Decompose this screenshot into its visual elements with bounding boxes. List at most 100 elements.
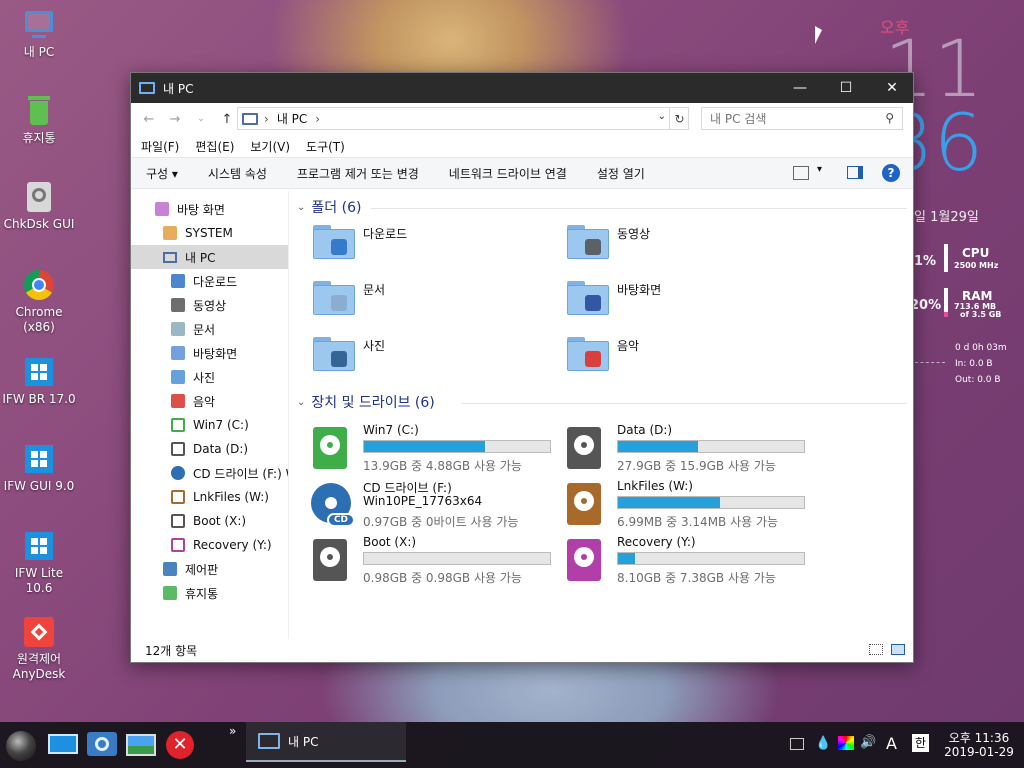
desktop-icon-ifw-br[interactable]: IFW BR 17.0 bbox=[0, 355, 78, 407]
nav-item-label: 바탕화면 bbox=[193, 346, 238, 361]
windows-logo-icon bbox=[22, 529, 56, 563]
nav-item[interactable]: Data (D:) bbox=[131, 437, 288, 461]
tiles-view-icon[interactable] bbox=[891, 644, 905, 655]
view-dropdown-icon[interactable]: ▾ bbox=[817, 164, 822, 175]
breadcrumb-my-pc[interactable]: 내 PC bbox=[277, 110, 307, 127]
explorer-window[interactable]: 내 PC — ☐ ✕ ← → ⌄ ↑ › 내 PC › ⌄ ↻ ⚲ 파일(F) … bbox=[130, 72, 914, 663]
folder-label: 다운로드 bbox=[363, 227, 408, 241]
start-orb-icon[interactable] bbox=[6, 731, 38, 761]
menu-file[interactable]: 파일(F) bbox=[141, 138, 179, 155]
color-icon[interactable] bbox=[838, 736, 854, 750]
desktop-icon-anydesk[interactable]: 원격제어 AnyDesk bbox=[0, 615, 78, 682]
shutdown-icon[interactable]: ✕ bbox=[166, 730, 198, 760]
folder-tile[interactable]: 문서 bbox=[311, 277, 561, 327]
folders-group-header[interactable]: ⌄ 폴더 (6) bbox=[297, 197, 361, 217]
nav-item[interactable]: LnkFiles (W:) bbox=[131, 485, 288, 509]
view-options-icon[interactable] bbox=[793, 166, 809, 180]
folder-tile[interactable]: 사진 bbox=[311, 333, 561, 383]
nav-item[interactable]: Win7 (C:) bbox=[131, 413, 288, 437]
drive-usage-fill bbox=[364, 441, 485, 452]
nav-item[interactable]: 다운로드 bbox=[131, 269, 288, 293]
network-icon[interactable] bbox=[790, 738, 804, 750]
nav-item[interactable]: CD 드라이브 (F:) W bbox=[131, 461, 288, 485]
drive-tile[interactable]: Boot (X:) 0.98GB 중 0.98GB 사용 가능 bbox=[311, 535, 561, 587]
documents-folder-icon bbox=[311, 277, 357, 321]
nav-item[interactable]: 음악 bbox=[131, 389, 288, 413]
refresh-icon[interactable]: ↻ bbox=[669, 107, 689, 130]
maximize-button[interactable]: ☐ bbox=[823, 73, 869, 103]
folder-tile[interactable]: 음악 bbox=[565, 333, 815, 383]
ram-total: of 3.5 GB bbox=[960, 310, 1002, 319]
nav-item[interactable]: SYSTEM bbox=[131, 221, 288, 245]
desktop-icon-my-pc[interactable]: 내 PC bbox=[0, 8, 78, 60]
drive-usage-fill bbox=[618, 441, 698, 452]
command-bar: 구성 ▾ 시스템 속성 프로그램 제거 또는 변경 네트워크 드라이브 연결 설… bbox=[131, 157, 913, 189]
quicklaunch-overflow[interactable]: » bbox=[229, 724, 236, 738]
drives-group-header[interactable]: ⌄ 장치 및 드라이브 (6) bbox=[297, 392, 435, 412]
drive-icon bbox=[171, 418, 185, 432]
address-dropdown-icon[interactable]: ⌄ bbox=[658, 111, 666, 122]
drive-tile[interactable]: Win7 (C:) 13.9GB 중 4.88GB 사용 가능 bbox=[311, 423, 561, 475]
folder-tile[interactable]: 다운로드 bbox=[311, 221, 561, 271]
folder-tile[interactable]: 동영상 bbox=[565, 221, 815, 271]
nav-item[interactable]: 바탕화면 bbox=[131, 341, 288, 365]
ime-hangul[interactable]: 한 bbox=[912, 734, 929, 752]
nav-item[interactable]: Boot (X:) bbox=[131, 509, 288, 533]
folder-tile[interactable]: 바탕화면 bbox=[565, 277, 815, 327]
drive-tile[interactable]: Recovery (Y:) 8.10GB 중 7.38GB 사용 가능 bbox=[565, 535, 815, 587]
drive-tile[interactable]: LnkFiles (W:) 6.99MB 중 3.14MB 사용 가능 bbox=[565, 479, 815, 531]
organize-button[interactable]: 구성 ▾ bbox=[131, 165, 193, 182]
desktop-icon[interactable] bbox=[48, 730, 80, 760]
desktop-icon-label: IFW BR 17.0 bbox=[2, 392, 76, 406]
help-icon[interactable]: ? bbox=[882, 164, 900, 182]
drive-tile[interactable]: Data (D:) 27.9GB 중 15.9GB 사용 가능 bbox=[565, 423, 815, 475]
desktop-icon-ifw-gui[interactable]: IFW GUI 9.0 bbox=[0, 442, 78, 494]
system-properties-button[interactable]: 시스템 속성 bbox=[193, 165, 282, 182]
hard-drive-icon bbox=[565, 539, 605, 583]
nav-item[interactable]: 동영상 bbox=[131, 293, 288, 317]
back-arrow-icon[interactable]: ← bbox=[141, 112, 157, 127]
tray-date[interactable]: 2019-01-29 bbox=[944, 745, 1014, 759]
map-network-drive-button[interactable]: 네트워크 드라이브 연결 bbox=[434, 165, 582, 182]
desktop-icon-recycle-bin[interactable]: 휴지통 bbox=[0, 94, 78, 146]
nav-item[interactable]: 사진 bbox=[131, 365, 288, 389]
up-arrow-icon[interactable]: ↑ bbox=[219, 112, 235, 127]
explorer-icon[interactable] bbox=[87, 730, 119, 760]
nav-item[interactable]: 휴지통 bbox=[131, 581, 288, 605]
desktop-icon-ifw-lite[interactable]: IFW Lite 10.6 bbox=[0, 529, 78, 596]
taskbar-window-my-pc[interactable]: 내 PC bbox=[246, 722, 406, 762]
folder-label: 사진 bbox=[363, 339, 386, 353]
image-viewer-icon[interactable] bbox=[126, 730, 158, 760]
uninstall-program-button[interactable]: 프로그램 제거 또는 변경 bbox=[282, 165, 434, 182]
droplet-icon[interactable]: 💧 bbox=[815, 736, 831, 751]
preview-pane-icon[interactable] bbox=[847, 166, 863, 179]
nav-item-label: SYSTEM bbox=[185, 226, 233, 240]
nav-item[interactable]: Recovery (Y:) bbox=[131, 533, 288, 557]
close-button[interactable]: ✕ bbox=[869, 73, 915, 103]
recent-locations-icon[interactable]: ⌄ bbox=[193, 114, 209, 124]
drive-free-space: 0.98GB 중 0.98GB 사용 가능 bbox=[363, 571, 522, 585]
tray-time[interactable]: 오후 11:36 bbox=[944, 729, 1014, 746]
address-bar[interactable]: › 내 PC › ⌄ ↻ bbox=[237, 107, 689, 130]
volume-icon[interactable]: 🔊 bbox=[860, 735, 876, 750]
minimize-button[interactable]: — bbox=[777, 73, 823, 103]
nav-item[interactable]: 문서 bbox=[131, 317, 288, 341]
nav-item[interactable]: 내 PC bbox=[131, 245, 288, 269]
nav-item[interactable]: 바탕 화면 bbox=[131, 197, 288, 221]
menu-tools[interactable]: 도구(T) bbox=[306, 138, 345, 155]
title-bar[interactable]: 내 PC — ☐ ✕ bbox=[131, 73, 913, 103]
desktop-icon-chkdsk[interactable]: ChkDsk GUI bbox=[0, 180, 78, 232]
search-field[interactable]: ⚲ bbox=[701, 107, 903, 130]
search-input[interactable] bbox=[710, 111, 870, 126]
open-settings-button[interactable]: 설정 열기 bbox=[582, 165, 660, 182]
music-icon bbox=[171, 394, 185, 408]
ime-mode[interactable]: A bbox=[886, 734, 897, 753]
drive-tile[interactable]: CD CD 드라이브 (F:) Win10PE_17763x64 0.97GB 중 0… bbox=[311, 479, 561, 531]
menu-edit[interactable]: 편집(E) bbox=[195, 138, 234, 155]
menu-view[interactable]: 보기(V) bbox=[250, 138, 290, 155]
desktop-icon-chrome[interactable]: Chrome (x86) bbox=[0, 268, 78, 335]
details-view-icon[interactable] bbox=[869, 644, 883, 655]
forward-arrow-icon[interactable]: → bbox=[167, 112, 183, 127]
nav-item[interactable]: 제어판 bbox=[131, 557, 288, 581]
breadcrumb-separator[interactable]: › bbox=[315, 112, 320, 126]
